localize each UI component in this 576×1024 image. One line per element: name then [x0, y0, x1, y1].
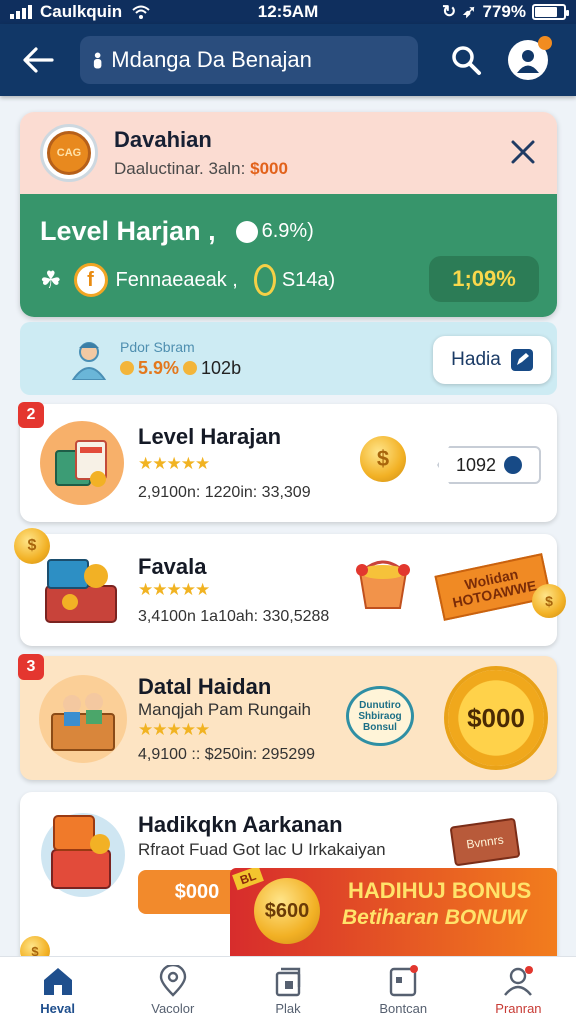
bonus-title: HADIHUJ BONUS — [348, 878, 532, 903]
coin-icon: $ — [360, 436, 406, 482]
bottom-nav: Heval Vacolor Plak Bontcan Pranran — [0, 956, 576, 1024]
honey-pot-icon — [356, 560, 410, 609]
price-seal[interactable]: $000 — [448, 670, 544, 766]
status-bar: Caulkquin 12:5AM ↻ ➶ 779% — [0, 0, 576, 24]
info-strip: Pdor Sbram 5.9% 102b Hadia — [20, 322, 557, 395]
promo-ribbon: Wolidan HOTOAWWE — [434, 553, 552, 621]
app-header — [0, 24, 576, 96]
level-panel: Level Harjan , 6.9%) ☘ f Fennaeaeak , S1… — [20, 194, 557, 317]
location-arrow-icon: ➶ — [462, 2, 477, 21]
level-badge[interactable]: 1;09% — [429, 256, 539, 302]
person-icon — [504, 966, 534, 996]
edit-icon — [510, 349, 533, 371]
check-icon — [504, 456, 523, 474]
rating-stars: ★★★★★ — [138, 580, 210, 599]
promo-card[interactable]: CAG Davahian Daaluctinar. 3aln: $000 Lev… — [20, 112, 557, 317]
card-title: Datal Haidan — [138, 674, 272, 699]
bonus-badge: Dunutiro Shbiraog Bonsul — [346, 686, 414, 746]
coin-icon: $ — [532, 584, 566, 618]
wallet-sticker: Bvnnrs — [449, 817, 521, 867]
profile-button[interactable] — [508, 36, 552, 80]
search-icon — [452, 46, 481, 75]
card-title: Hadikqkn Aarkanan — [138, 812, 343, 837]
bonus-coin: $600 — [254, 878, 320, 944]
coin-f-icon: f — [73, 263, 108, 297]
coin-icon — [120, 361, 134, 375]
card-stats: 4,9100 :: $250in: 295299 — [138, 746, 316, 763]
globe-icon — [235, 220, 258, 243]
list-card-level-harajan[interactable]: 2 Level Harajan ★★★★★ 2,9100n: 1220in: 3… — [18, 402, 557, 522]
card-stats: 3,4100n 1a10ah: 330,5288 — [138, 608, 330, 625]
person-pin-icon — [93, 52, 102, 69]
family-box-icon — [39, 675, 127, 763]
card-title: Level Harajan — [138, 424, 282, 449]
card-title: Favala — [138, 554, 207, 579]
info-label: Pdor Sbram — [120, 338, 195, 355]
home-icon — [43, 968, 72, 995]
search-button[interactable] — [446, 40, 486, 80]
level-row-label: Fennaeaeak — [115, 268, 227, 291]
close-icon — [511, 140, 535, 164]
signal-icon — [10, 5, 32, 19]
brand-logo: CAG — [40, 124, 98, 182]
level-title: Level Harjan , 6.9%) — [40, 216, 314, 246]
promo-title: Davahian — [114, 127, 212, 152]
hadia-button[interactable]: Hadia — [433, 336, 551, 384]
package-icon — [40, 421, 124, 505]
value-chip[interactable]: 1092 — [437, 446, 541, 484]
info-values: 5.9% 102b — [120, 358, 241, 379]
gift-chest-icon — [41, 813, 125, 897]
carrier-name: Caulkquin — [40, 2, 123, 21]
location-pin-icon — [159, 965, 186, 997]
list-card-favala[interactable]: $ Favala ★★★★★ 3,4100n 1a10ah: 330,5288 … — [14, 528, 566, 646]
promo-subtitle: Daaluctinar. 3aln: $000 — [114, 159, 288, 178]
back-button[interactable] — [18, 40, 58, 80]
battery-icon — [532, 4, 569, 20]
rating-stars: ★★★★★ — [138, 454, 210, 473]
list-card-datal-haidan[interactable]: 3 Datal Haidan Manqjah Pam Rungaih ★★★★★… — [18, 654, 557, 780]
search-input[interactable] — [111, 47, 406, 73]
nav-item-location[interactable]: Vacolor — [115, 957, 230, 1024]
promo-amount: $000 — [250, 159, 288, 178]
cards-icon — [275, 967, 301, 997]
bonus-banner[interactable]: BL $600 HADIHUJ BONUS Betiharan BONUW — [230, 868, 557, 956]
nav-item-tablet[interactable]: Bontcan — [346, 957, 461, 1024]
tablet-icon — [390, 965, 419, 997]
nav-item-home[interactable]: Heval — [0, 957, 115, 1024]
search-box[interactable] — [80, 36, 418, 84]
level-row-value: S14a) — [281, 268, 336, 291]
banner-tag: BL — [232, 868, 264, 891]
user-icon — [517, 50, 539, 73]
coin-icon — [183, 361, 198, 375]
rating-stars: ★★★★★ — [138, 720, 210, 739]
nav-item-profile[interactable]: Pranran — [461, 957, 576, 1024]
level-percent: 6.9%) — [261, 220, 314, 242]
sync-icon: ↻ — [442, 2, 457, 21]
ring-icon — [253, 264, 276, 296]
battery-percent: 779% — [482, 2, 526, 21]
close-button[interactable] — [505, 134, 541, 170]
card-stats: 2,9100n: 1220in: 33,309 — [138, 484, 311, 501]
treasure-box-icon — [45, 559, 117, 623]
arrow-left-icon — [23, 47, 54, 73]
card-subtitle: Rfraot Fuad Got lac U Irkakaiyan — [138, 840, 386, 859]
notification-dot — [538, 36, 552, 50]
clover-icon: ☘ — [40, 266, 62, 294]
promo-header: CAG Davahian Daaluctinar. 3aln: $000 — [20, 112, 557, 194]
card-subtitle: Manqjah Pam Rungaih — [138, 700, 311, 719]
bonus-subtitle: Betiharan BONUW — [342, 906, 527, 929]
nav-item-cards[interactable]: Plak — [230, 957, 345, 1024]
avatar — [71, 341, 107, 380]
wifi-icon — [132, 5, 150, 19]
